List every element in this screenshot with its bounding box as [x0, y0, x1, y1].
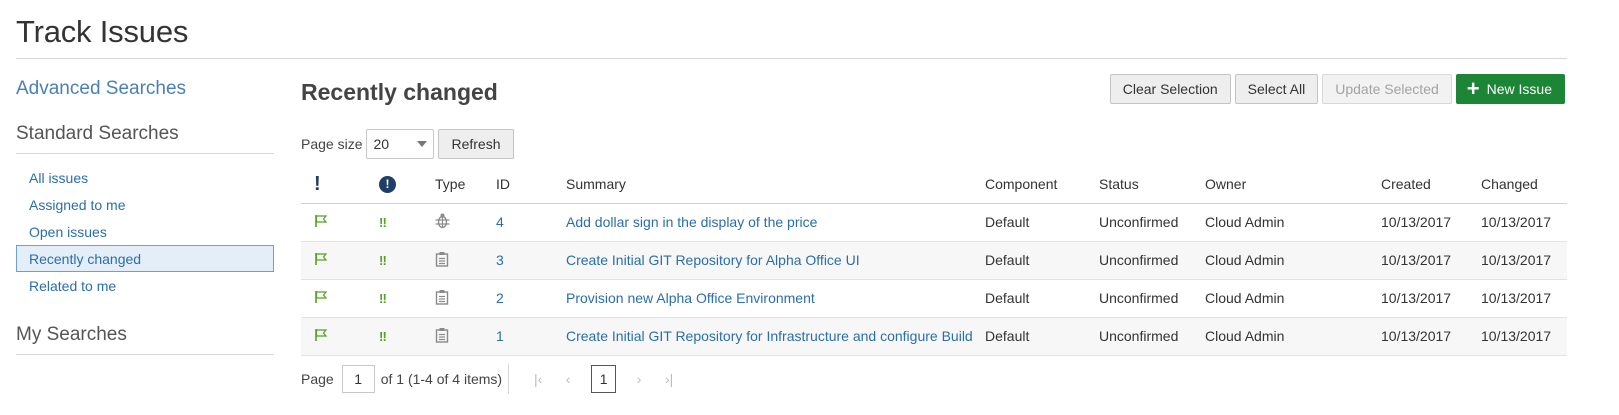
- status-cell: Unconfirmed: [1099, 203, 1205, 242]
- clear-selection-button[interactable]: Clear Selection: [1109, 74, 1231, 104]
- page-size-label: Page size: [301, 136, 363, 152]
- priority-icon: !: [314, 172, 321, 195]
- task-icon: [435, 327, 449, 343]
- created-cell: 10/13/2017: [1381, 317, 1481, 356]
- issue-id-link[interactable]: 4: [496, 214, 504, 230]
- standard-searches-heading: Standard Searches: [16, 123, 274, 154]
- page-title: Track Issues: [16, 14, 189, 49]
- current-page-button[interactable]: 1: [591, 365, 617, 393]
- issue-id-link[interactable]: 2: [496, 290, 504, 306]
- page-number-input[interactable]: 1: [341, 365, 375, 393]
- table-row[interactable]: ‼ 2 Provision new Alpha Office Environme…: [301, 279, 1567, 318]
- changed-column-header[interactable]: Changed: [1481, 166, 1567, 204]
- component-cell: Default: [985, 241, 1099, 280]
- owner-column-header[interactable]: Owner: [1205, 166, 1381, 204]
- component-cell: Default: [985, 317, 1099, 356]
- issue-summary-link[interactable]: Create Initial GIT Repository for Infras…: [566, 328, 973, 344]
- issues-table: ! ! Type ID Summary Component Status Own…: [301, 166, 1567, 356]
- chevron-down-icon: [417, 141, 428, 147]
- priority-column-header[interactable]: !: [301, 166, 371, 204]
- severity-icon: ‼: [379, 215, 387, 230]
- new-issue-button[interactable]: + New Issue: [1455, 74, 1565, 104]
- pager-summary: of 1 (1-4 of 4 items): [380, 371, 503, 387]
- component-cell: Default: [985, 279, 1099, 318]
- first-page-icon[interactable]: |‹: [523, 371, 553, 387]
- sidebar: Advanced Searches Standard Searches All …: [16, 76, 274, 355]
- flag-icon: [315, 290, 328, 303]
- severity-column-header[interactable]: !: [371, 166, 435, 204]
- owner-cell: Cloud Admin: [1205, 279, 1381, 318]
- pagination: Page 1 of 1 (1-4 of 4 items) |‹ ‹ 1 › ›|: [301, 364, 684, 394]
- pager-label: Page: [301, 371, 334, 387]
- created-cell: 10/13/2017: [1381, 203, 1481, 242]
- issue-summary-link[interactable]: Create Initial GIT Repository for Alpha …: [566, 252, 860, 268]
- changed-cell: 10/13/2017: [1481, 279, 1567, 318]
- changed-cell: 10/13/2017: [1481, 241, 1567, 280]
- owner-cell: Cloud Admin: [1205, 317, 1381, 356]
- flag-icon: [315, 328, 328, 341]
- page-size-value: 20: [373, 136, 390, 152]
- changed-cell: 10/13/2017: [1481, 317, 1567, 356]
- sidebar-item-assigned-to-me[interactable]: Assigned to me: [16, 191, 274, 218]
- sidebar-item-recently-changed[interactable]: Recently changed: [16, 245, 274, 272]
- last-page-icon[interactable]: ›|: [654, 371, 684, 387]
- created-cell: 10/13/2017: [1381, 279, 1481, 318]
- summary-column-header[interactable]: Summary: [566, 166, 985, 204]
- table-row[interactable]: ‼ 3 Create Initial GIT Repository for Al…: [301, 241, 1567, 280]
- issue-summary-link[interactable]: Add dollar sign in the display of the pr…: [566, 214, 817, 230]
- sidebar-item-open-issues[interactable]: Open issues: [16, 218, 274, 245]
- status-cell: Unconfirmed: [1099, 279, 1205, 318]
- flag-icon: [315, 252, 328, 265]
- new-issue-label: New Issue: [1486, 81, 1552, 97]
- sidebar-item-related-to-me[interactable]: Related to me: [16, 272, 274, 299]
- created-column-header[interactable]: Created: [1381, 166, 1481, 204]
- owner-cell: Cloud Admin: [1205, 241, 1381, 280]
- sidebar-item-all-issues[interactable]: All issues: [16, 164, 274, 191]
- status-column-header[interactable]: Status: [1099, 166, 1205, 204]
- type-column-header[interactable]: Type: [435, 166, 496, 204]
- table-row[interactable]: ‼ 4 Add dollar sign in the display of th…: [301, 203, 1567, 242]
- title-divider: [16, 58, 1567, 59]
- page-size-control: Page size 20 Refresh: [301, 129, 514, 159]
- issue-id-link[interactable]: 3: [496, 252, 504, 268]
- update-selected-button[interactable]: Update Selected: [1322, 74, 1452, 104]
- id-column-header[interactable]: ID: [496, 166, 566, 204]
- task-icon: [435, 251, 449, 267]
- alert-circle-icon: !: [379, 176, 396, 194]
- component-cell: Default: [985, 203, 1099, 242]
- table-row[interactable]: ‼ 1 Create Initial GIT Repository for In…: [301, 317, 1567, 356]
- severity-icon: ‼: [379, 291, 387, 306]
- advanced-searches-link[interactable]: Advanced Searches: [16, 78, 274, 118]
- issue-summary-link[interactable]: Provision new Alpha Office Environment: [566, 290, 815, 306]
- pager-divider: [508, 364, 510, 394]
- created-cell: 10/13/2017: [1381, 241, 1481, 280]
- status-cell: Unconfirmed: [1099, 317, 1205, 356]
- status-cell: Unconfirmed: [1099, 241, 1205, 280]
- plus-icon: +: [1466, 76, 1480, 101]
- owner-cell: Cloud Admin: [1205, 203, 1381, 242]
- toolbar: Clear Selection Select All Update Select…: [1109, 74, 1565, 104]
- section-title: Recently changed: [301, 79, 498, 105]
- next-page-icon[interactable]: ›: [624, 371, 654, 387]
- component-column-header[interactable]: Component: [985, 166, 1099, 204]
- severity-icon: ‼: [379, 253, 387, 268]
- select-all-button[interactable]: Select All: [1234, 74, 1319, 104]
- changed-cell: 10/13/2017: [1481, 203, 1567, 242]
- previous-page-icon[interactable]: ‹: [553, 371, 583, 387]
- flag-icon: [315, 214, 328, 227]
- standard-searches-list: All issues Assigned to me Open issues Re…: [16, 164, 274, 299]
- page-size-select[interactable]: 20: [366, 129, 435, 159]
- my-searches-heading: My Searches: [16, 324, 274, 355]
- task-icon: [435, 289, 449, 305]
- issue-id-link[interactable]: 1: [496, 328, 504, 344]
- refresh-button[interactable]: Refresh: [438, 129, 514, 159]
- severity-icon: ‼: [379, 329, 387, 344]
- table-header-row: ! ! Type ID Summary Component Status Own…: [301, 166, 1567, 204]
- bug-icon: [435, 213, 450, 228]
